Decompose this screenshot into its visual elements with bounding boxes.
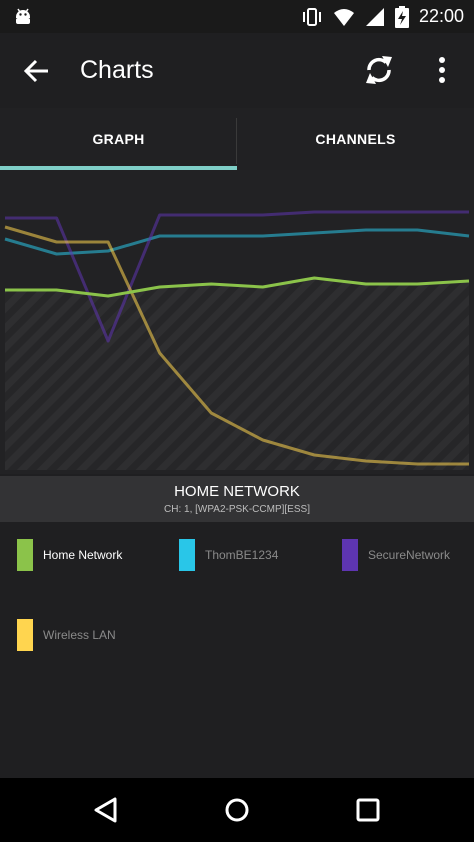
legend-label: ThomBE1234	[205, 548, 279, 562]
home-circle-icon[interactable]	[219, 792, 255, 828]
android-debug-icon	[16, 8, 30, 24]
battery-charging-icon	[394, 5, 409, 28]
back-arrow-icon[interactable]	[20, 53, 56, 89]
highlighted-series-area	[5, 278, 469, 470]
legend-swatch	[179, 539, 195, 571]
vibrate-icon	[302, 7, 321, 26]
selected-network-name: HOME NETWORK	[174, 483, 300, 500]
legend-item-wireless-lan[interactable]: Wireless LAN	[17, 618, 116, 652]
legend-swatch	[17, 539, 33, 571]
wifi-icon	[333, 8, 354, 26]
tab-graph[interactable]: GRAPH	[0, 108, 237, 170]
status-time: 22:00	[418, 6, 464, 26]
refresh-icon[interactable]	[360, 51, 398, 89]
signal-chart	[4, 210, 470, 470]
legend-swatch	[342, 539, 358, 571]
selected-network-info: HOME NETWORK CH: 1, [WPA2-PSK-CCMP][ESS]	[0, 476, 474, 522]
more-vert-icon[interactable]	[426, 51, 458, 89]
signal-graph[interactable]	[0, 170, 474, 474]
tab-channels[interactable]: CHANNELS	[237, 108, 474, 170]
page-title: Charts	[80, 56, 154, 84]
legend-item-home-network[interactable]: Home Network	[17, 538, 122, 572]
app-bar: Charts	[0, 33, 474, 108]
recents-square-icon[interactable]	[350, 792, 386, 828]
legend-label: Home Network	[43, 548, 123, 562]
legend-swatch	[17, 619, 33, 651]
legend-item-securenetwork[interactable]: SecureNetwork	[342, 538, 450, 572]
screen: 22:00 Charts GRAPH CHANNELS HOME NETWORK…	[0, 0, 474, 842]
network-legend: Home Network ThomBE1234 SecureNetwork Wi…	[0, 522, 474, 778]
system-nav-bar	[0, 778, 474, 842]
legend-label: Wireless LAN	[43, 628, 116, 642]
tab-bar: GRAPH CHANNELS	[0, 108, 474, 170]
status-bar: 22:00	[0, 0, 474, 33]
legend-label: SecureNetwork	[368, 548, 451, 562]
legend-item-thombe1234[interactable]: ThomBE1234	[179, 538, 278, 572]
back-triangle-icon[interactable]	[88, 792, 124, 828]
signal-icon	[365, 7, 384, 26]
status-icons: 22:00	[301, 0, 464, 33]
selected-network-detail: CH: 1, [WPA2-PSK-CCMP][ESS]	[164, 504, 310, 515]
